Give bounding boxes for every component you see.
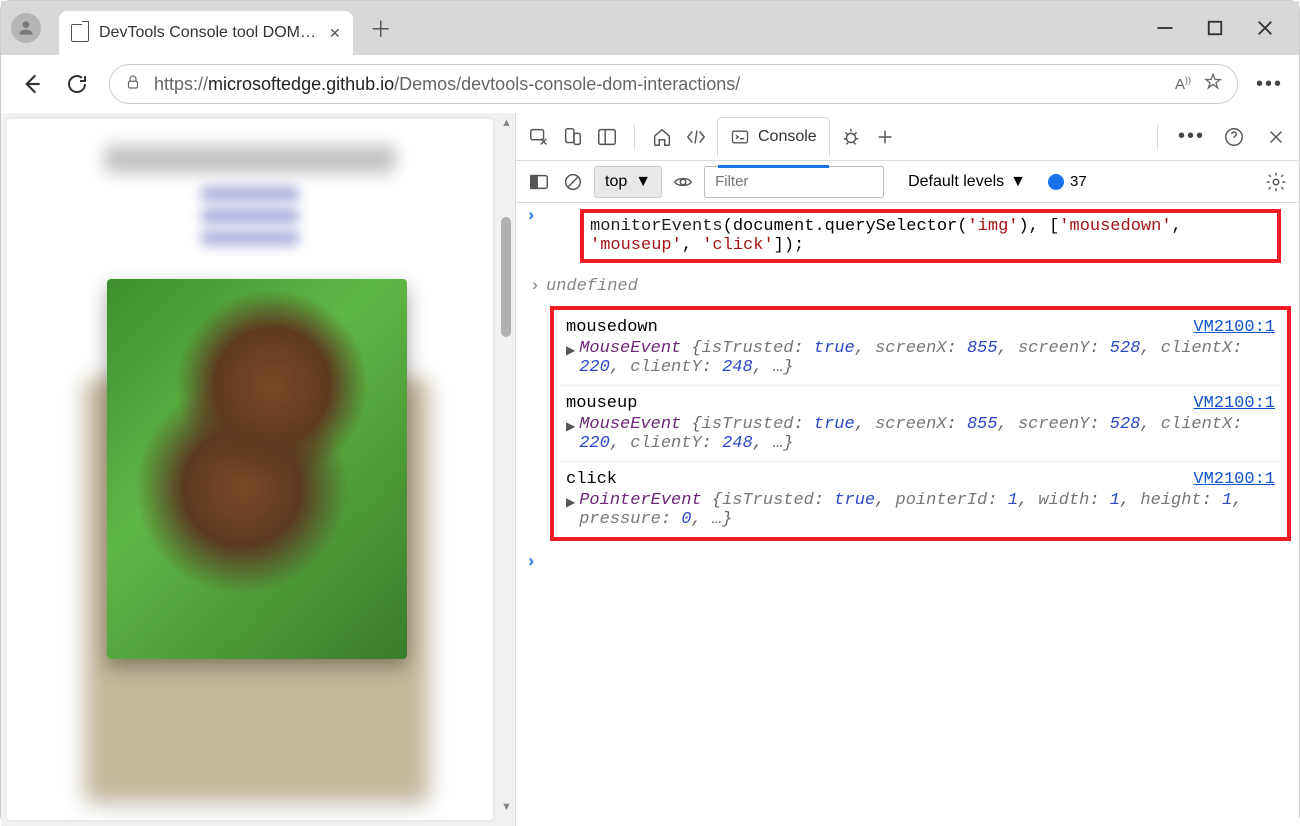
devtools-panel: Console ••• top ▼: [516, 113, 1299, 826]
chevron-down-icon: ▼: [1010, 173, 1026, 191]
window-close-icon[interactable]: [1255, 18, 1275, 38]
vm-source-link[interactable]: VM2100:1: [1193, 394, 1275, 413]
clear-console-icon[interactable]: [560, 169, 586, 195]
scroll-thumb[interactable]: [501, 217, 511, 337]
tab-close-icon[interactable]: ✕: [329, 25, 341, 42]
input-prompt-icon: ›: [526, 207, 540, 226]
url-text: https://microsoftedge.github.io/Demos/de…: [154, 74, 1163, 95]
event-detail-text: MouseEvent {isTrusted: true, screenX: 85…: [579, 415, 1275, 453]
browser-tab[interactable]: DevTools Console tool DOM inte ✕: [59, 11, 353, 55]
page-favicon-icon: [71, 24, 89, 42]
elements-tab-icon[interactable]: [683, 124, 709, 150]
page-link-placeholder: [201, 231, 298, 245]
event-detail-text: PointerEvent {isTrusted: true, pointerId…: [579, 491, 1275, 529]
console-events-highlight: mousedown VM2100:1 ▶ MouseEvent {isTrust…: [550, 306, 1291, 541]
toggle-sidebar-icon[interactable]: [526, 169, 552, 195]
browser-menu-icon[interactable]: •••: [1256, 73, 1283, 96]
welcome-tab-icon[interactable]: [649, 124, 675, 150]
levels-label: Default levels: [908, 173, 1004, 191]
tab-title: DevTools Console tool DOM inte: [99, 24, 319, 42]
back-button[interactable]: [17, 70, 45, 98]
devtools-close-icon[interactable]: [1263, 124, 1289, 150]
inspect-element-icon[interactable]: [526, 124, 552, 150]
site-lock-icon: [124, 73, 142, 96]
devtools-menu-icon[interactable]: •••: [1178, 125, 1205, 148]
console-prompt[interactable]: ›: [516, 547, 1299, 578]
help-icon[interactable]: [1221, 124, 1247, 150]
page-link-placeholder: [201, 209, 298, 223]
issues-badge[interactable]: 37: [1048, 173, 1087, 190]
debugger-tab-icon[interactable]: [838, 124, 864, 150]
vm-source-link[interactable]: VM2100:1: [1193, 470, 1275, 489]
read-aloud-icon[interactable]: A)): [1175, 75, 1191, 93]
chevron-down-icon: ▼: [635, 173, 651, 191]
console-settings-icon[interactable]: [1263, 169, 1289, 195]
expand-triangle-icon[interactable]: ▶: [566, 495, 575, 510]
context-selector[interactable]: top ▼: [594, 166, 662, 198]
issues-count: 37: [1070, 173, 1087, 190]
page-link-placeholder: [201, 187, 298, 201]
event-name: mousedown: [566, 318, 658, 337]
window-titlebar: DevTools Console tool DOM inte ✕ ＋: [1, 1, 1299, 55]
profile-avatar[interactable]: [11, 13, 41, 43]
console-result: undefined: [546, 277, 638, 296]
more-tabs-icon[interactable]: [872, 124, 898, 150]
console-output[interactable]: › monitorEvents(document.querySelector('…: [516, 203, 1299, 826]
page-image-alpaca[interactable]: [107, 279, 407, 659]
console-filter-input[interactable]: [704, 166, 884, 198]
favorite-star-icon[interactable]: [1203, 72, 1223, 97]
issue-dot-icon: [1048, 174, 1064, 190]
context-label: top: [605, 173, 627, 191]
toolbar-row: https://microsoftedge.github.io/Demos/de…: [1, 55, 1299, 113]
result-mark-icon: ‹: [526, 277, 540, 296]
reload-button[interactable]: [63, 70, 91, 98]
page-viewport[interactable]: [1, 113, 516, 826]
expand-triangle-icon[interactable]: ▶: [566, 343, 575, 358]
window-minimize-icon[interactable]: [1155, 18, 1175, 38]
expand-triangle-icon[interactable]: ▶: [566, 419, 575, 434]
console-tab-label: Console: [758, 128, 817, 146]
log-levels-select[interactable]: Default levels ▼: [908, 173, 1026, 191]
event-name: click: [566, 470, 617, 489]
vm-source-link[interactable]: VM2100:1: [1193, 318, 1275, 337]
window-maximize-icon[interactable]: [1205, 18, 1225, 38]
new-tab-button[interactable]: ＋: [367, 14, 395, 42]
page-heading-placeholder: [104, 145, 396, 173]
dock-side-icon[interactable]: [594, 124, 620, 150]
device-toggle-icon[interactable]: [560, 124, 586, 150]
address-bar[interactable]: https://microsoftedge.github.io/Demos/de…: [109, 64, 1238, 104]
console-input-text: monitorEvents(document.querySelector('im…: [590, 217, 1182, 255]
event-detail-text: MouseEvent {isTrusted: true, screenX: 85…: [579, 339, 1275, 377]
console-tab[interactable]: Console: [717, 117, 830, 157]
console-input-highlight: monitorEvents(document.querySelector('im…: [580, 209, 1281, 263]
page-scrollbar[interactable]: [499, 117, 515, 817]
event-name: mouseup: [566, 394, 637, 413]
live-expression-icon[interactable]: [670, 169, 696, 195]
